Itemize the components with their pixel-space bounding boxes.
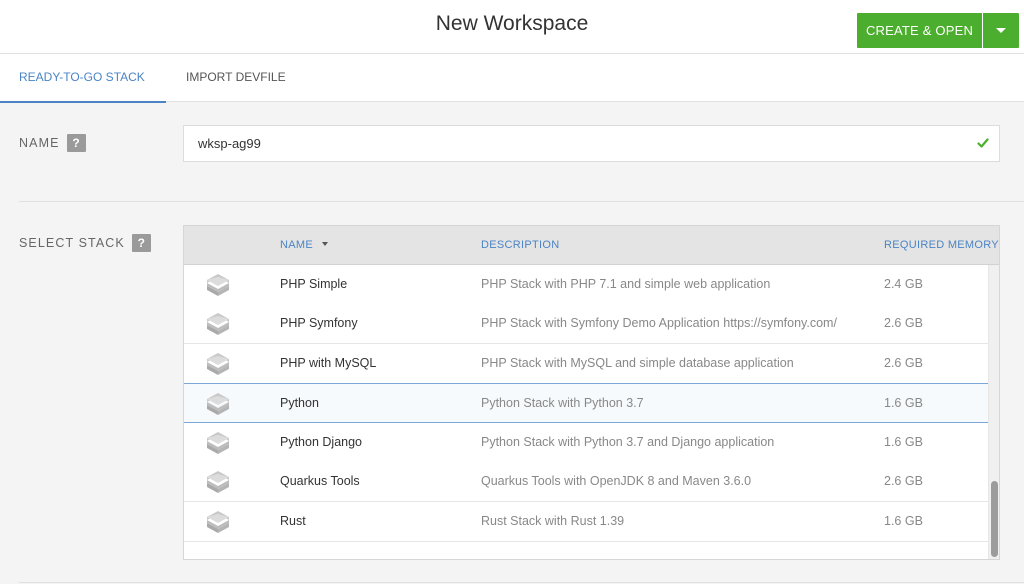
stack-description-cell: Python Stack with Python 3.7 xyxy=(481,396,644,410)
create-options-dropdown-button[interactable] xyxy=(983,13,1019,48)
table-header: NAME DESCRIPTION REQUIRED MEMORY xyxy=(184,226,999,265)
stack-name-cell: Python Django xyxy=(280,434,363,449)
table-row[interactable]: Rust Rust Stack with Rust 1.39 1.6 GB xyxy=(184,501,990,542)
active-tab-indicator xyxy=(0,101,166,103)
stack-name-cell: Rust xyxy=(280,513,306,528)
table-row[interactable]: PHP Symfony PHP Stack with Symfony Demo A… xyxy=(184,304,990,344)
stack-icon xyxy=(205,431,231,455)
tab-bar: READY-TO-GO STACK IMPORT DEVFILE xyxy=(0,54,1024,103)
stack-name-cell: Quarkus Tools xyxy=(280,474,360,488)
table-row[interactable]: PHP Simple PHP Stack with PHP 7.1 and sim… xyxy=(184,264,990,305)
table-scrollbar[interactable] xyxy=(988,265,999,559)
stack-icon xyxy=(205,470,231,494)
sort-desc-icon xyxy=(322,242,329,247)
stack-memory-cell: 2.4 GB xyxy=(884,276,923,291)
table-row[interactable]: Quarkus Tools Quarkus Tools with OpenJDK … xyxy=(184,462,990,502)
stack-memory-cell: 1.6 GB xyxy=(884,434,923,449)
table-body: PHP Laravel with MySQLPHP Stack with Lar… xyxy=(184,226,991,559)
stack-icon xyxy=(205,510,231,534)
workspace-name-input[interactable] xyxy=(184,126,964,161)
column-header-name-label: NAME xyxy=(280,239,313,251)
stack-description-cell: Python Stack with Python 3.7 and Django … xyxy=(481,434,775,449)
stack-memory-cell: 1.6 GB xyxy=(884,396,923,410)
stack-memory-cell: 2.6 GB xyxy=(884,316,923,330)
stack-table: NAME DESCRIPTION REQUIRED MEMORY PHP Lar… xyxy=(183,225,1000,560)
name-label: NAME ? xyxy=(19,134,86,152)
stack-memory-cell: 2.6 GB xyxy=(884,474,923,488)
chevron-down-icon xyxy=(996,28,1006,33)
tab-import-devfile[interactable]: IMPORT DEVFILE xyxy=(167,54,305,102)
stack-name-cell: PHP with MySQL xyxy=(280,355,377,370)
tab-ready-to-go-stack[interactable]: READY-TO-GO STACK xyxy=(0,54,166,103)
stack-description-cell: PHP Stack with MySQL and simple database… xyxy=(481,355,794,370)
tab-label: READY-TO-GO STACK xyxy=(19,70,145,84)
stack-description-cell: PHP Stack with PHP 7.1 and simple web ap… xyxy=(481,276,771,291)
name-field-wrapper xyxy=(183,125,1000,162)
stack-description-cell: PHP Stack with Symfony Demo Application … xyxy=(481,316,837,330)
table-row[interactable]: Python Python Stack with Python 3.7 1.6 GB xyxy=(184,383,991,423)
header: New Workspace CREATE & OPEN xyxy=(0,0,1024,54)
create-and-open-button[interactable]: CREATE & OPEN xyxy=(857,13,982,48)
stack-name-cell: PHP Simple xyxy=(280,276,348,291)
column-header-description[interactable]: DESCRIPTION xyxy=(481,239,559,251)
column-header-name[interactable]: NAME xyxy=(280,239,329,251)
stack-name-cell: PHP Symfony xyxy=(280,316,358,330)
stack-memory-cell: 2.6 GB xyxy=(884,355,923,370)
section-divider xyxy=(19,201,1024,202)
select-stack-help-icon[interactable]: ? xyxy=(131,234,151,252)
stack-icon xyxy=(205,352,231,376)
tab-label: IMPORT DEVFILE xyxy=(186,70,286,84)
column-header-required-memory[interactable]: REQUIRED MEMORY xyxy=(884,239,999,251)
stack-description-cell: Rust Stack with Rust 1.39 xyxy=(481,513,625,528)
stack-icon xyxy=(205,392,231,416)
scrollbar-thumb[interactable] xyxy=(991,481,998,557)
select-stack-label-text: SELECT STACK xyxy=(19,236,125,250)
table-row[interactable]: PHP with MySQL PHP Stack with MySQL and s… xyxy=(184,343,990,384)
check-icon xyxy=(977,138,989,148)
section-divider xyxy=(19,582,1024,583)
select-stack-label: SELECT STACK ? xyxy=(19,234,151,252)
name-help-icon[interactable]: ? xyxy=(66,134,86,152)
stack-icon xyxy=(205,312,231,336)
stack-description-cell: Quarkus Tools with OpenJDK 8 and Maven 3… xyxy=(481,474,752,488)
stack-name-cell: Python xyxy=(280,396,319,410)
name-label-text: NAME xyxy=(19,136,60,150)
table-row[interactable]: Python Django Python Stack with Python 3.… xyxy=(184,422,990,463)
stack-icon xyxy=(205,273,231,297)
stack-memory-cell: 1.6 GB xyxy=(884,513,923,528)
